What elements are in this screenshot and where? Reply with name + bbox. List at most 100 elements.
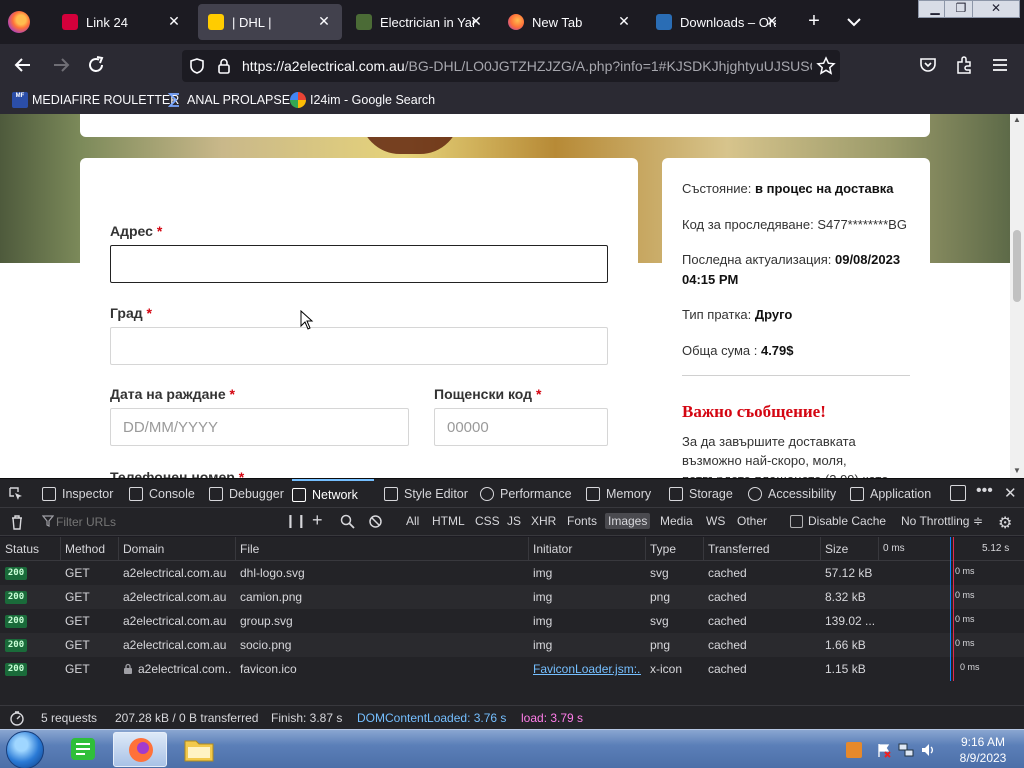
add-request-icon[interactable]: + xyxy=(312,510,323,531)
more-options-icon[interactable]: ••• xyxy=(976,482,993,500)
pocket-icon[interactable] xyxy=(918,55,938,78)
lock-icon[interactable] xyxy=(216,57,232,78)
page-scrollbar[interactable]: ▲ ▼ xyxy=(1010,114,1024,478)
table-row[interactable]: 200 GET a2electrical.com.au group.svg im… xyxy=(0,609,1024,633)
extensions-icon[interactable] xyxy=(954,55,974,78)
table-row[interactable]: 200 GET a2electrical.com.au camion.png i… xyxy=(0,585,1024,609)
column-transferred[interactable]: Transferred xyxy=(708,542,770,556)
list-all-tabs-icon[interactable] xyxy=(842,10,866,34)
block-icon[interactable] xyxy=(368,514,383,532)
column-type[interactable]: Type xyxy=(650,542,676,556)
firefox-icon[interactable] xyxy=(8,11,30,33)
close-tab-icon[interactable]: ✕ xyxy=(468,13,484,29)
tab-link24[interactable]: Link 24 ✕ xyxy=(52,4,192,40)
column-file[interactable]: File xyxy=(240,542,259,556)
column-method[interactable]: Method xyxy=(65,542,105,556)
taskbar-file-explorer[interactable] xyxy=(172,732,226,767)
tab-inspector[interactable]: Inspector xyxy=(42,479,113,508)
close-devtools-icon[interactable]: ✕ xyxy=(1004,484,1017,502)
filter-xhr[interactable]: XHR xyxy=(528,513,559,529)
tab-accessibility[interactable]: Accessibility xyxy=(748,479,836,508)
close-tab-icon[interactable]: ✕ xyxy=(316,13,332,29)
dob-input[interactable]: DD/MM/YYYY xyxy=(110,408,409,446)
tray-app-icon[interactable] xyxy=(846,742,862,758)
network-icon xyxy=(292,487,306,502)
action-center-flag-icon[interactable] xyxy=(876,742,892,758)
tab-newtab[interactable]: New Tab ✕ xyxy=(498,4,642,40)
updated-time: 04:15 PM xyxy=(682,272,739,287)
size-cell: 8.32 kB xyxy=(825,590,866,604)
dock-side-icon[interactable] xyxy=(950,485,966,501)
address-input[interactable] xyxy=(110,245,608,283)
tab-debugger[interactable]: Debugger xyxy=(209,479,284,508)
close-tab-icon[interactable]: ✕ xyxy=(166,13,182,29)
initiator-link[interactable]: FaviconLoader.jsm:... xyxy=(533,662,641,676)
scroll-down-icon[interactable]: ▼ xyxy=(1013,466,1021,475)
city-input[interactable] xyxy=(110,327,608,365)
trash-icon[interactable] xyxy=(10,514,24,533)
filter-media[interactable]: Media xyxy=(657,513,696,529)
column-domain[interactable]: Domain xyxy=(123,542,164,556)
performance-analysis-icon[interactable] xyxy=(9,710,25,729)
filter-ws[interactable]: WS xyxy=(703,513,728,529)
tracking-protection-shield-icon[interactable] xyxy=(188,57,206,78)
bookmark-google[interactable]: I24im - Google Search xyxy=(290,90,435,110)
tab-downloads[interactable]: Downloads – Oran ✕ xyxy=(646,4,790,40)
taskbar-notes-app[interactable] xyxy=(56,732,110,767)
column-initiator[interactable]: Initiator xyxy=(533,542,572,556)
filter-html[interactable]: HTML xyxy=(429,513,468,529)
filter-urls-input[interactable] xyxy=(56,512,266,532)
filter-fonts[interactable]: Fonts xyxy=(564,513,600,529)
tab-performance[interactable]: Performance xyxy=(480,479,572,508)
status-badge: 200 xyxy=(5,639,27,652)
throttling-select[interactable]: No Throttling ≑ xyxy=(898,513,986,529)
settings-gear-icon[interactable]: ⚙ xyxy=(998,513,1012,533)
back-button[interactable] xyxy=(10,52,36,78)
system-clock[interactable]: 9:16 AM 8/9/2023 xyxy=(948,734,1018,766)
start-button[interactable] xyxy=(6,731,44,768)
forward-button[interactable] xyxy=(48,52,74,78)
tab-storage[interactable]: Storage xyxy=(669,479,733,508)
column-size[interactable]: Size xyxy=(825,542,848,556)
search-icon[interactable] xyxy=(340,514,355,532)
taskbar-firefox[interactable] xyxy=(113,732,167,767)
zip-input[interactable]: 00000 xyxy=(434,408,608,446)
tab-style-editor[interactable]: Style Editor xyxy=(384,479,468,508)
network-icon[interactable] xyxy=(898,742,914,758)
disable-cache-checkbox[interactable] xyxy=(790,515,803,528)
filter-css[interactable]: CSS xyxy=(472,513,503,529)
close-tab-icon[interactable]: ✕ xyxy=(764,13,780,29)
column-status[interactable]: Status xyxy=(5,542,39,556)
tab-memory[interactable]: Memory xyxy=(586,479,651,508)
table-row[interactable]: 200 GET a2electrical.com.au socio.png im… xyxy=(0,633,1024,657)
bookmark-sigma[interactable]: ANAL PROLAPSE xyxy=(167,90,290,110)
scroll-up-icon[interactable]: ▲ xyxy=(1013,115,1021,124)
table-row[interactable]: 200 GET a2electrical.com.au dhl-logo.svg… xyxy=(0,561,1024,585)
url-bar[interactable]: https://a2electrical.com.au/BG-DHL/LO0JG… xyxy=(182,50,840,82)
bookmark-mediafire[interactable]: MF MEDIAFIRE ROULETTER xyxy=(12,90,179,110)
filter-images[interactable]: Images xyxy=(605,513,651,529)
reload-button[interactable] xyxy=(83,52,109,78)
dhl-favicon-icon xyxy=(208,14,224,30)
close-tab-icon[interactable]: ✕ xyxy=(616,13,632,29)
tab-electrician[interactable]: Electrician in Yarr ✕ xyxy=(346,4,494,40)
bookmark-star-icon[interactable] xyxy=(816,56,836,79)
table-row[interactable]: 200 GET a2electrical.com... favicon.ico … xyxy=(0,657,1024,681)
hamburger-menu-icon[interactable] xyxy=(990,55,1010,78)
filter-other[interactable]: Other xyxy=(734,513,770,529)
tab-network[interactable]: Network xyxy=(292,479,374,508)
tab-dhl[interactable]: | DHL | ✕ xyxy=(198,4,342,40)
element-picker-icon[interactable] xyxy=(8,486,24,505)
pause-icon[interactable]: ❙❙ xyxy=(285,513,307,529)
close-window-button[interactable]: ✕ xyxy=(972,0,1020,18)
tab-console[interactable]: Console xyxy=(129,479,195,508)
filter-js[interactable]: JS xyxy=(504,513,524,529)
filter-all[interactable]: All xyxy=(403,513,422,529)
scrollbar-thumb[interactable] xyxy=(1013,230,1021,302)
file-cell: group.svg xyxy=(240,614,293,628)
new-tab-button[interactable]: + xyxy=(802,10,826,34)
tab-application[interactable]: Application xyxy=(850,479,931,508)
url-text[interactable]: https://a2electrical.com.au/BG-DHL/LO0JG… xyxy=(242,58,812,74)
transferred-cell: cached xyxy=(708,566,747,580)
volume-icon[interactable] xyxy=(920,742,936,758)
